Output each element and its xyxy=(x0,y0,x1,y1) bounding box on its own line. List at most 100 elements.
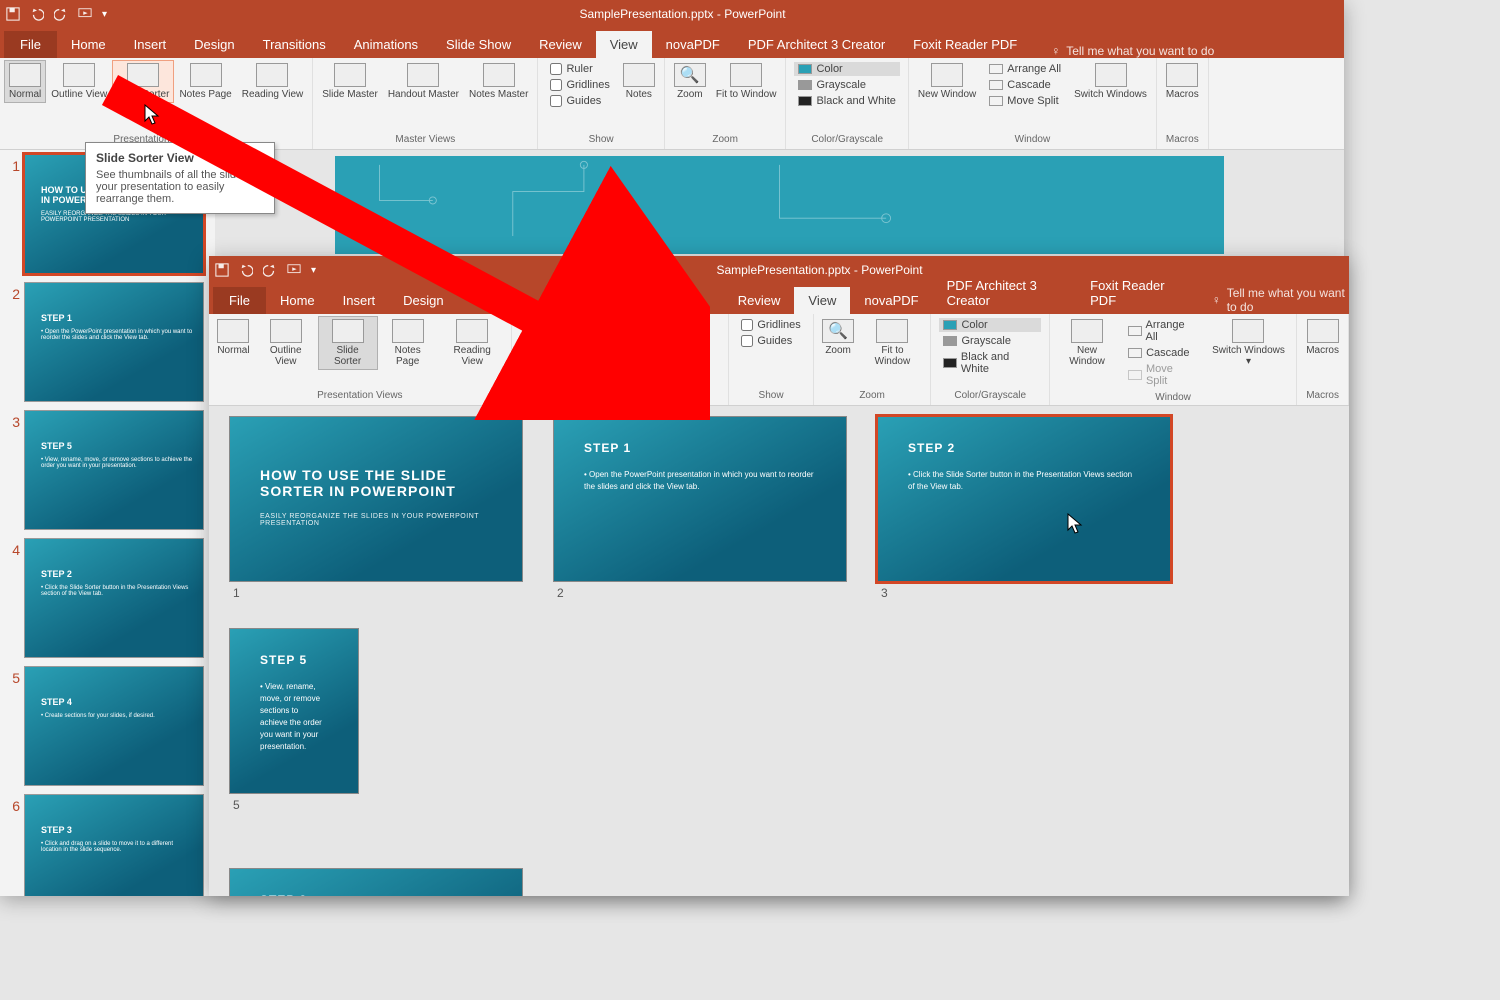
normal-view-button[interactable]: Normal xyxy=(4,60,46,103)
tab-novapdf[interactable]: novaPDF xyxy=(850,287,932,314)
tab-home[interactable]: Home xyxy=(57,31,120,58)
tab-pdfarchitect[interactable]: PDF Architect 3 Creator xyxy=(734,31,899,58)
normal-view-button[interactable]: Normal xyxy=(213,316,254,359)
reading-view-button[interactable]: Reading View xyxy=(438,316,507,370)
slide-thumb-4[interactable]: STEP 2• Click the Slide Sorter button in… xyxy=(24,538,204,658)
save-icon[interactable] xyxy=(6,7,20,21)
fit-window-button[interactable]: Fit to Window xyxy=(711,60,782,103)
sorter-slide-1[interactable]: HOW TO USE THE SLIDE SORTER IN POWERPOIN… xyxy=(229,416,523,582)
redo-icon[interactable] xyxy=(263,263,277,277)
tab-view[interactable]: View xyxy=(794,287,850,314)
sorter-slide-5-partial[interactable]: STEP 5• View, rename, move, or remove se… xyxy=(229,628,359,794)
slide-sorter-button[interactable]: Slide Sorter xyxy=(318,316,378,370)
reading-view-button[interactable]: Reading View xyxy=(237,60,309,103)
notes-page-button[interactable]: Notes Page xyxy=(378,316,438,370)
tab-slideshow[interactable]: Slide Show xyxy=(641,272,724,314)
tab-insert[interactable]: Insert xyxy=(120,31,181,58)
arrange-all-button[interactable]: Arrange All xyxy=(985,62,1065,76)
thumbnail-panel[interactable]: 1HOW TO USE THE SLIDE SORTER IN POWERPOI… xyxy=(0,150,215,896)
gridlines-checkbox[interactable]: Gridlines xyxy=(737,318,804,332)
switch-windows-button[interactable]: Switch Windows xyxy=(1069,60,1152,103)
tab-slideshow[interactable]: Slide Show xyxy=(432,31,525,58)
slide-sorter-button[interactable]: Slide Sorter xyxy=(112,60,174,103)
slide-master-button[interactable]: Slide Master xyxy=(317,60,383,103)
document-title: SamplePresentation.pptx - PowerPoint xyxy=(107,7,1258,21)
arrange-all-button[interactable]: Arrange All xyxy=(1124,318,1201,344)
gridlines-checkbox[interactable]: Gridlines xyxy=(546,78,613,92)
outline-view-button[interactable]: Outline View xyxy=(46,60,112,103)
slide-sorter-tooltip: Slide Sorter View See thumbnails of all … xyxy=(85,142,275,214)
tab-novapdf[interactable]: novaPDF xyxy=(652,31,734,58)
grayscale-ribbon-button[interactable]: Grayscale xyxy=(939,334,1041,348)
cascade-button[interactable]: Cascade xyxy=(1124,346,1201,360)
new-window-button[interactable]: New Window xyxy=(1054,316,1120,370)
bw-ribbon-button[interactable]: Black and White xyxy=(939,350,1041,376)
cascade-button[interactable]: Cascade xyxy=(985,78,1065,92)
sorter-slide-6[interactable]: STEP 3• Click and drag on a slide to mov… xyxy=(229,868,523,896)
notes-button[interactable]: Notes xyxy=(618,60,660,103)
tab-pdfarchitect[interactable]: PDF Architect 3 Creator xyxy=(933,272,1077,314)
slide-thumb-6[interactable]: STEP 3• Click and drag on a slide to mov… xyxy=(24,794,204,896)
switch-windows-button[interactable]: Switch Windows ▾ xyxy=(1205,316,1292,370)
redo-icon[interactable] xyxy=(54,7,68,21)
tab-home[interactable]: Home xyxy=(266,287,329,314)
start-presentation-icon[interactable] xyxy=(287,263,301,277)
handout-master-button[interactable]: Handout Master xyxy=(383,60,464,103)
slide-canvas[interactable] xyxy=(215,150,1344,260)
magnifier-icon: 🔍 xyxy=(674,63,706,87)
tab-view[interactable]: View xyxy=(596,31,652,58)
tab-file[interactable]: File xyxy=(4,31,57,58)
tab-review[interactable]: Review xyxy=(525,31,596,58)
tab-animations[interactable]: Animations xyxy=(340,31,432,58)
bw-ribbon-button[interactable]: Black and White xyxy=(794,94,899,108)
notes-page-button[interactable]: Notes Page xyxy=(174,60,236,103)
slide-thumb-3[interactable]: STEP 5• View, rename, move, or remove se… xyxy=(24,410,204,530)
sorter-slide-3[interactable]: STEP 2• Click the Slide Sorter button in… xyxy=(877,416,1171,582)
notes-master-button[interactable]: Notes Master xyxy=(464,60,533,103)
tab-foxit[interactable]: Foxit Reader PDF xyxy=(899,31,1031,58)
tab-file[interactable]: File xyxy=(213,287,266,314)
guides-checkbox[interactable]: Guides xyxy=(546,94,613,108)
macros-button[interactable]: Macros xyxy=(1301,316,1344,359)
start-presentation-icon[interactable] xyxy=(78,7,92,21)
guides-checkbox[interactable]: Guides xyxy=(737,334,804,348)
slide-thumb-2[interactable]: STEP 1• Open the PowerPoint presentation… xyxy=(24,282,204,402)
new-window-button[interactable]: New Window xyxy=(913,60,981,103)
undo-icon[interactable] xyxy=(239,263,253,277)
tab-transitions[interactable]: Transitions xyxy=(249,31,340,58)
slide-thumb-5[interactable]: STEP 4• Create sections for your slides,… xyxy=(24,666,204,786)
tab-design[interactable]: Design xyxy=(180,31,248,58)
tell-me-search[interactable]: ♀Tell me what you want to do xyxy=(1212,286,1349,314)
outline-view-button[interactable]: Outline View xyxy=(254,316,318,370)
tab-animations[interactable]: Animations xyxy=(549,287,641,314)
notes-master-button[interactable]: Notes Master xyxy=(657,316,724,370)
undo-icon[interactable] xyxy=(30,7,44,21)
fit-window-button[interactable]: Fit to Window xyxy=(858,316,926,370)
lightbulb-icon: ♀ xyxy=(1051,44,1060,58)
tell-me-search[interactable]: ♀Tell me what you want to do xyxy=(1051,44,1214,58)
macros-button[interactable]: Macros xyxy=(1161,60,1204,103)
handout-master-button[interactable]: Handout Master xyxy=(579,316,657,370)
magnifier-icon: 🔍 xyxy=(822,319,854,343)
save-icon[interactable] xyxy=(215,263,229,277)
tab-insert[interactable]: Insert xyxy=(329,287,390,314)
mouse-cursor-2 xyxy=(1067,513,1085,535)
zoom-button[interactable]: 🔍Zoom xyxy=(669,60,711,103)
slide-master-button[interactable]: Slide Master xyxy=(516,316,579,370)
color-ribbon-button[interactable]: Color xyxy=(794,62,899,76)
group-label: Zoom xyxy=(669,132,782,147)
tab-transitions[interactable]: Transitions xyxy=(458,287,549,314)
grayscale-ribbon-button[interactable]: Grayscale xyxy=(794,78,899,92)
slide-sorter-pane[interactable]: HOW TO USE THE SLIDE SORTER IN POWERPOIN… xyxy=(209,406,1349,896)
move-split-button[interactable]: Move Split xyxy=(985,94,1065,108)
tab-design[interactable]: Design xyxy=(389,287,457,314)
tab-review[interactable]: Review xyxy=(724,287,795,314)
tab-foxit[interactable]: Foxit Reader PDF xyxy=(1076,272,1192,314)
ribbon-tabs: File Home Insert Design Transitions Anim… xyxy=(0,28,1344,58)
lightbulb-icon: ♀ xyxy=(1212,293,1221,307)
color-ribbon-button[interactable]: Color xyxy=(939,318,1041,332)
powerpoint-window-2: ▾ SamplePresentation.pptx - PowerPoint F… xyxy=(209,256,1349,896)
zoom-button[interactable]: 🔍Zoom xyxy=(818,316,859,359)
ruler-checkbox[interactable]: Ruler xyxy=(546,62,613,76)
sorter-slide-2[interactable]: STEP 1• Open the PowerPoint presentation… xyxy=(553,416,847,582)
